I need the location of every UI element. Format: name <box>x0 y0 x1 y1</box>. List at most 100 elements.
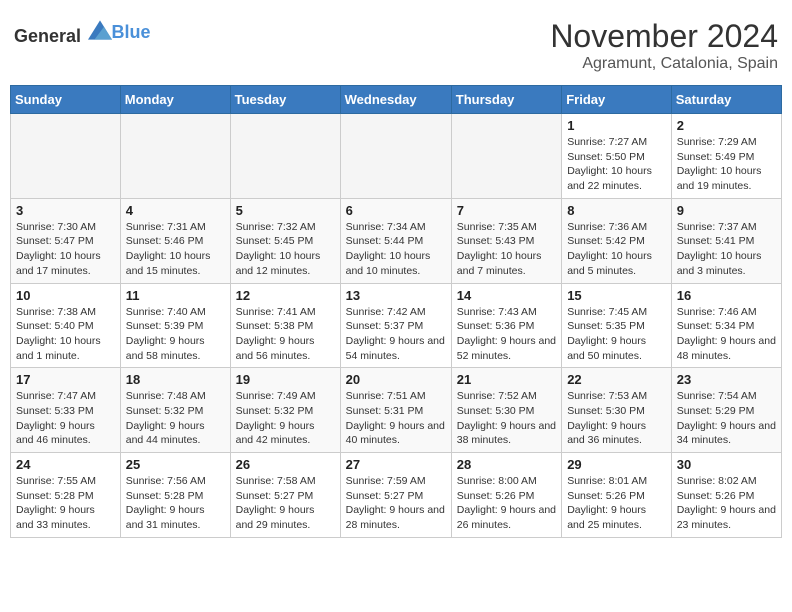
day-info: Sunrise: 7:41 AM Sunset: 5:38 PM Dayligh… <box>236 305 335 364</box>
calendar-cell <box>451 114 561 199</box>
day-info: Sunrise: 8:02 AM Sunset: 5:26 PM Dayligh… <box>677 474 776 533</box>
title-area: November 2024 Agramunt, Catalonia, Spain <box>550 18 778 73</box>
day-info: Sunrise: 7:54 AM Sunset: 5:29 PM Dayligh… <box>677 389 776 448</box>
day-number: 27 <box>346 457 446 472</box>
calendar-cell: 30 Sunrise: 8:02 AM Sunset: 5:26 PM Dayli… <box>671 453 781 538</box>
calendar-cell: 26 Sunrise: 7:58 AM Sunset: 5:27 PM Dayli… <box>230 453 340 538</box>
calendar-cell <box>340 114 451 199</box>
day-info: Sunrise: 7:59 AM Sunset: 5:27 PM Dayligh… <box>346 474 446 533</box>
day-info: Sunrise: 7:53 AM Sunset: 5:30 PM Dayligh… <box>567 389 666 448</box>
calendar-header-row: SundayMondayTuesdayWednesdayThursdayFrid… <box>11 86 782 114</box>
header-sunday: Sunday <box>11 86 121 114</box>
calendar-cell: 5 Sunrise: 7:32 AM Sunset: 5:45 PM Daylig… <box>230 198 340 283</box>
day-number: 12 <box>236 288 335 303</box>
calendar-cell: 3 Sunrise: 7:30 AM Sunset: 5:47 PM Daylig… <box>11 198 121 283</box>
day-info: Sunrise: 7:34 AM Sunset: 5:44 PM Dayligh… <box>346 220 446 279</box>
day-info: Sunrise: 7:40 AM Sunset: 5:39 PM Dayligh… <box>126 305 225 364</box>
day-number: 5 <box>236 203 335 218</box>
day-number: 19 <box>236 372 335 387</box>
day-info: Sunrise: 7:27 AM Sunset: 5:50 PM Dayligh… <box>567 135 666 194</box>
calendar-cell: 11Sunrise: 7:40 AM Sunset: 5:39 PM Dayli… <box>120 283 230 368</box>
calendar-week-row: 24 Sunrise: 7:55 AM Sunset: 5:28 PM Dayli… <box>11 453 782 538</box>
day-info: Sunrise: 7:37 AM Sunset: 5:41 PM Dayligh… <box>677 220 776 279</box>
day-number: 30 <box>677 457 776 472</box>
day-number: 22 <box>567 372 666 387</box>
calendar-cell: 6 Sunrise: 7:34 AM Sunset: 5:44 PM Daylig… <box>340 198 451 283</box>
calendar-cell: 29Sunrise: 8:01 AM Sunset: 5:26 PM Dayli… <box>562 453 672 538</box>
day-number: 28 <box>457 457 556 472</box>
calendar-cell: 4 Sunrise: 7:31 AM Sunset: 5:46 PM Daylig… <box>120 198 230 283</box>
header-tuesday: Tuesday <box>230 86 340 114</box>
calendar-cell: 28 Sunrise: 8:00 AM Sunset: 5:26 PM Dayli… <box>451 453 561 538</box>
calendar-cell: 10 Sunrise: 7:38 AM Sunset: 5:40 PM Dayli… <box>11 283 121 368</box>
day-number: 25 <box>126 457 225 472</box>
day-info: Sunrise: 7:38 AM Sunset: 5:40 PM Dayligh… <box>16 305 115 364</box>
day-number: 1 <box>567 118 666 133</box>
calendar-cell: 7Sunrise: 7:35 AM Sunset: 5:43 PM Daylig… <box>451 198 561 283</box>
day-info: Sunrise: 7:58 AM Sunset: 5:27 PM Dayligh… <box>236 474 335 533</box>
calendar-cell: 22 Sunrise: 7:53 AM Sunset: 5:30 PM Dayli… <box>562 368 672 453</box>
header-monday: Monday <box>120 86 230 114</box>
calendar-cell: 17Sunrise: 7:47 AM Sunset: 5:33 PM Dayli… <box>11 368 121 453</box>
day-number: 24 <box>16 457 115 472</box>
calendar-cell: 25 Sunrise: 7:56 AM Sunset: 5:28 PM Dayli… <box>120 453 230 538</box>
logo: General Blue <box>14 18 151 47</box>
header: General Blue November 2024 Agramunt, Cat… <box>10 10 782 77</box>
day-info: Sunrise: 7:46 AM Sunset: 5:34 PM Dayligh… <box>677 305 776 364</box>
day-info: Sunrise: 7:55 AM Sunset: 5:28 PM Dayligh… <box>16 474 115 533</box>
calendar-title: November 2024 <box>550 18 778 55</box>
header-saturday: Saturday <box>671 86 781 114</box>
day-number: 13 <box>346 288 446 303</box>
day-number: 8 <box>567 203 666 218</box>
day-info: Sunrise: 7:47 AM Sunset: 5:33 PM Dayligh… <box>16 389 115 448</box>
day-info: Sunrise: 7:32 AM Sunset: 5:45 PM Dayligh… <box>236 220 335 279</box>
calendar-cell: 8 Sunrise: 7:36 AM Sunset: 5:42 PM Daylig… <box>562 198 672 283</box>
day-number: 3 <box>16 203 115 218</box>
calendar-cell: 13 Sunrise: 7:42 AM Sunset: 5:37 PM Dayli… <box>340 283 451 368</box>
logo-text-general: General <box>14 26 81 46</box>
day-number: 20 <box>346 372 446 387</box>
day-number: 9 <box>677 203 776 218</box>
calendar-week-row: 10 Sunrise: 7:38 AM Sunset: 5:40 PM Dayli… <box>11 283 782 368</box>
day-number: 29 <box>567 457 666 472</box>
calendar-week-row: 17Sunrise: 7:47 AM Sunset: 5:33 PM Dayli… <box>11 368 782 453</box>
logo-icon <box>88 18 112 42</box>
day-number: 26 <box>236 457 335 472</box>
calendar-week-row: 3 Sunrise: 7:30 AM Sunset: 5:47 PM Daylig… <box>11 198 782 283</box>
day-info: Sunrise: 7:30 AM Sunset: 5:47 PM Dayligh… <box>16 220 115 279</box>
calendar-table: SundayMondayTuesdayWednesdayThursdayFrid… <box>10 85 782 538</box>
day-info: Sunrise: 7:31 AM Sunset: 5:46 PM Dayligh… <box>126 220 225 279</box>
calendar-cell <box>230 114 340 199</box>
day-info: Sunrise: 7:56 AM Sunset: 5:28 PM Dayligh… <box>126 474 225 533</box>
calendar-cell: 18 Sunrise: 7:48 AM Sunset: 5:32 PM Dayli… <box>120 368 230 453</box>
day-info: Sunrise: 7:52 AM Sunset: 5:30 PM Dayligh… <box>457 389 556 448</box>
day-info: Sunrise: 7:42 AM Sunset: 5:37 PM Dayligh… <box>346 305 446 364</box>
day-info: Sunrise: 7:43 AM Sunset: 5:36 PM Dayligh… <box>457 305 556 364</box>
day-number: 14 <box>457 288 556 303</box>
day-info: Sunrise: 7:36 AM Sunset: 5:42 PM Dayligh… <box>567 220 666 279</box>
day-number: 6 <box>346 203 446 218</box>
calendar-cell: 16 Sunrise: 7:46 AM Sunset: 5:34 PM Dayli… <box>671 283 781 368</box>
calendar-cell: 21 Sunrise: 7:52 AM Sunset: 5:30 PM Dayli… <box>451 368 561 453</box>
calendar-week-row: 1 Sunrise: 7:27 AM Sunset: 5:50 PM Daylig… <box>11 114 782 199</box>
day-number: 7 <box>457 203 556 218</box>
day-number: 4 <box>126 203 225 218</box>
logo-text-blue: Blue <box>112 22 151 42</box>
calendar-cell: 2Sunrise: 7:29 AM Sunset: 5:49 PM Daylig… <box>671 114 781 199</box>
calendar-cell: 24 Sunrise: 7:55 AM Sunset: 5:28 PM Dayli… <box>11 453 121 538</box>
day-number: 18 <box>126 372 225 387</box>
header-thursday: Thursday <box>451 86 561 114</box>
day-number: 10 <box>16 288 115 303</box>
calendar-cell: 12 Sunrise: 7:41 AM Sunset: 5:38 PM Dayli… <box>230 283 340 368</box>
day-info: Sunrise: 7:51 AM Sunset: 5:31 PM Dayligh… <box>346 389 446 448</box>
day-info: Sunrise: 7:45 AM Sunset: 5:35 PM Dayligh… <box>567 305 666 364</box>
day-number: 21 <box>457 372 556 387</box>
calendar-cell: 23 Sunrise: 7:54 AM Sunset: 5:29 PM Dayli… <box>671 368 781 453</box>
day-number: 23 <box>677 372 776 387</box>
day-number: 15 <box>567 288 666 303</box>
calendar-cell <box>120 114 230 199</box>
day-info: Sunrise: 8:00 AM Sunset: 5:26 PM Dayligh… <box>457 474 556 533</box>
day-number: 16 <box>677 288 776 303</box>
calendar-cell: 14 Sunrise: 7:43 AM Sunset: 5:36 PM Dayli… <box>451 283 561 368</box>
day-info: Sunrise: 7:48 AM Sunset: 5:32 PM Dayligh… <box>126 389 225 448</box>
